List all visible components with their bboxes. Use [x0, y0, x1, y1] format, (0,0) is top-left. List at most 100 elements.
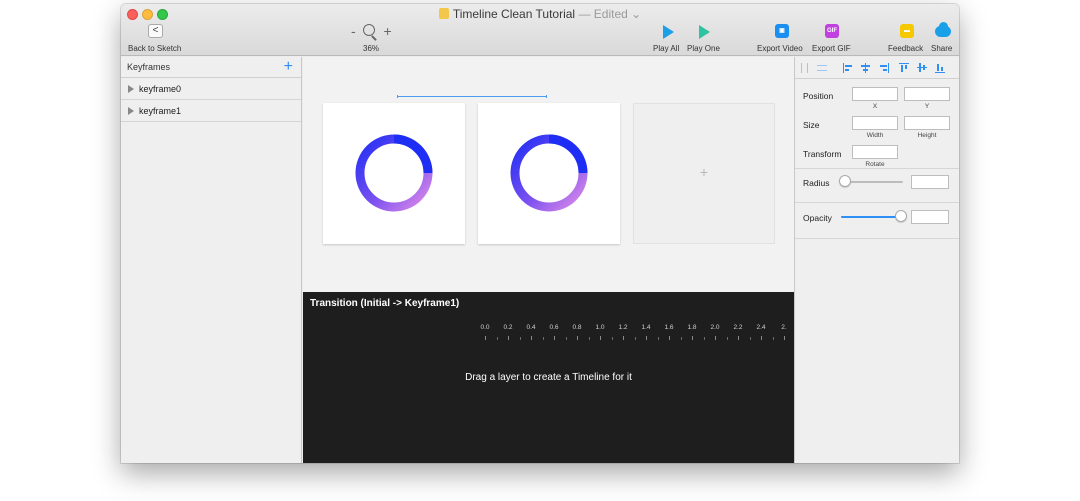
- transform-label: Transform: [803, 149, 842, 159]
- add-keyframe-button[interactable]: +: [284, 58, 293, 76]
- align-top-icon[interactable]: [899, 63, 909, 73]
- feedback-button[interactable]: Feedback: [888, 44, 923, 53]
- ruler-minor-tick: [588, 337, 590, 340]
- ruler-tick: [600, 336, 601, 340]
- geometry-section: Position X Y Size Width Height Transform…: [795, 79, 959, 169]
- rotate-field[interactable]: [852, 145, 898, 159]
- keyframe-card[interactable]: [323, 103, 465, 244]
- opacity-section: Opacity: [795, 203, 959, 239]
- zoom-control: - +: [351, 23, 392, 39]
- edited-indicator[interactable]: — Edited ⌄: [578, 7, 641, 21]
- timeline-empty-message: Drag a layer to create a Timeline for it: [465, 372, 632, 383]
- radius-slider-knob[interactable]: [839, 175, 851, 187]
- window-title: Timeline Clean Tutorial — Edited ⌄: [121, 7, 959, 21]
- ruler-minor-tick: [634, 337, 636, 340]
- ruler-tick: [577, 336, 578, 340]
- zoom-out-button[interactable]: -: [351, 23, 356, 39]
- height-field[interactable]: [904, 116, 950, 130]
- ruler-tick: [784, 336, 785, 340]
- back-button[interactable]: <: [148, 24, 163, 38]
- opacity-slider-knob[interactable]: [895, 210, 907, 222]
- transition-title: Transition (Initial -> Keyframe1): [310, 298, 460, 309]
- disclosure-triangle-icon[interactable]: [128, 85, 134, 93]
- ruler-minor-tick: [519, 337, 521, 340]
- ruler-minor-tick: [657, 337, 659, 340]
- distribute-vertical-icon[interactable]: [817, 63, 827, 73]
- ring-graphic: [355, 134, 433, 212]
- ruler-tick: [692, 336, 693, 340]
- feedback-icon[interactable]: ▬: [900, 24, 914, 38]
- keyframe-item[interactable]: keyframe1: [121, 100, 301, 122]
- window-title-text: Timeline Clean Tutorial: [452, 7, 576, 21]
- ruler-minor-tick: [680, 337, 682, 340]
- ruler-tick: [646, 336, 647, 340]
- play-all-button[interactable]: Play All: [653, 44, 679, 53]
- video-camera-icon[interactable]: ▣: [775, 24, 789, 38]
- ruler-tick: [485, 336, 486, 340]
- radius-field[interactable]: [911, 175, 949, 189]
- ruler-minor-tick: [726, 337, 728, 340]
- radius-slider-track[interactable]: [845, 181, 903, 183]
- keyframe-card[interactable]: [478, 103, 620, 244]
- opacity-label: Opacity: [803, 213, 832, 223]
- keyframe-canvas: +: [303, 57, 794, 292]
- gif-icon[interactable]: GIF: [825, 24, 839, 38]
- magnifier-icon: [362, 24, 377, 38]
- ruler-minor-tick: [772, 337, 774, 340]
- ruler-tick: [669, 336, 670, 340]
- ruler-minor-tick: [542, 337, 544, 340]
- play-all-icon[interactable]: [663, 25, 674, 39]
- keyframe-label: keyframe0: [139, 84, 182, 94]
- ruler-tick: [554, 336, 555, 340]
- time-ruler[interactable]: 0.0 0.2 0.4 0.6 0.8 1.0 1.2 1.4 1.6 1.8 2.0 2.2 2.4 2…: [480, 324, 794, 344]
- opacity-field[interactable]: [911, 210, 949, 224]
- ruler-minor-tick: [749, 337, 751, 340]
- opacity-slider-fill: [841, 216, 897, 218]
- keyframe-label: keyframe1: [139, 106, 182, 116]
- width-field[interactable]: [852, 116, 898, 130]
- align-left-icon[interactable]: [843, 63, 853, 73]
- ruler-minor-tick: [565, 337, 567, 340]
- toolbar: Timeline Clean Tutorial — Edited ⌄ < Bac…: [121, 4, 959, 56]
- keyframes-sidebar: Keyframes + keyframe0 keyframe1: [121, 57, 302, 463]
- ruler-minor-tick: [611, 337, 613, 340]
- add-keyframe-card[interactable]: +: [633, 103, 775, 244]
- align-center-icon[interactable]: [861, 63, 871, 73]
- y-caption: Y: [924, 103, 930, 110]
- height-caption: Height: [917, 132, 937, 139]
- sidebar-header: Keyframes +: [121, 57, 301, 78]
- disclosure-triangle-icon[interactable]: [128, 107, 134, 115]
- distribute-horizontal-icon[interactable]: [801, 63, 811, 73]
- plus-icon: +: [699, 164, 709, 180]
- zoom-in-button[interactable]: +: [383, 23, 391, 39]
- align-right-icon[interactable]: [879, 63, 889, 73]
- play-one-button[interactable]: Play One: [687, 44, 720, 53]
- align-bottom-icon[interactable]: [935, 63, 945, 73]
- ruler-minor-tick: [703, 337, 705, 340]
- ruler-tick: [738, 336, 739, 340]
- radius-section: Radius: [795, 169, 959, 203]
- ruler-tick-label: 2.: [781, 324, 787, 331]
- ruler-minor-tick: [496, 337, 498, 340]
- position-x-field[interactable]: [852, 87, 898, 101]
- cloud-upload-icon[interactable]: [935, 22, 951, 37]
- ruler-tick: [623, 336, 624, 340]
- export-video-button[interactable]: Export Video: [757, 44, 803, 53]
- share-button[interactable]: Share: [931, 44, 952, 53]
- play-one-icon[interactable]: [699, 25, 710, 39]
- align-middle-icon[interactable]: [917, 63, 927, 73]
- keyframe-item[interactable]: keyframe0: [121, 78, 301, 100]
- rotate-caption: Rotate: [865, 161, 885, 168]
- zoom-level: 36%: [363, 44, 380, 53]
- inspector-panel: Position X Y Size Width Height Transform…: [794, 57, 959, 463]
- ruler-tick: [761, 336, 762, 340]
- width-caption: Width: [866, 132, 884, 139]
- back-label[interactable]: Back to Sketch: [128, 44, 181, 53]
- export-gif-button[interactable]: Export GIF: [812, 44, 851, 53]
- transition-connector: [397, 95, 547, 98]
- app-window: Timeline Clean Tutorial — Edited ⌄ < Bac…: [121, 4, 959, 463]
- timeline-panel: Transition (Initial -> Keyframe1) 0.0 0.2…: [303, 292, 794, 463]
- position-y-field[interactable]: [904, 87, 950, 101]
- ring-graphic: [510, 134, 588, 212]
- document-icon: [438, 8, 449, 19]
